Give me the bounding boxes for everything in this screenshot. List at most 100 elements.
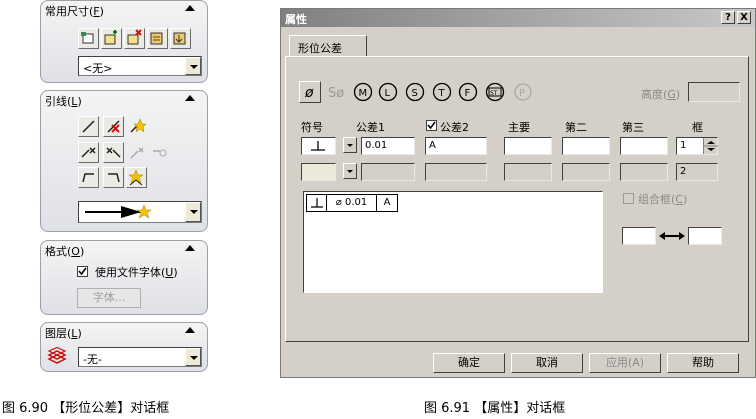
title-bar[interactable]: 属性 ? X	[281, 9, 755, 27]
primary-column-header: 主要	[508, 121, 530, 134]
close-title-button[interactable]: X	[737, 11, 751, 24]
layers-icon	[47, 346, 67, 365]
height-input	[688, 82, 740, 102]
third-input-row1[interactable]	[620, 137, 668, 155]
tolerance2-column-header: 公差2	[440, 121, 469, 134]
svg-text:F: F	[465, 88, 471, 99]
primary-input-row1[interactable]	[504, 137, 552, 155]
symbol-field-row2[interactable]	[301, 163, 336, 181]
chevron-down-icon[interactable]	[185, 202, 201, 222]
tolerance1-input-row2	[361, 163, 415, 181]
double-arrow-icon	[658, 229, 686, 243]
second-input-row1[interactable]	[562, 137, 610, 155]
symbol-dropdown-row1[interactable]	[343, 137, 357, 153]
between-left-input[interactable]	[622, 227, 656, 245]
combine-frames-checkbox	[623, 193, 634, 204]
size-combo[interactable]: <无>	[78, 56, 202, 76]
tolerance2-input-row2	[425, 163, 487, 181]
svg-text:P: P	[519, 88, 525, 99]
sizes-group-title[interactable]: 常用尺寸(F)	[45, 3, 104, 19]
svg-text:T: T	[438, 88, 446, 99]
use-document-font-label: 使用文件字体(U)	[95, 266, 178, 279]
collapse-icon[interactable]	[185, 5, 195, 11]
spin-buttons[interactable]	[703, 138, 718, 154]
second-column-header: 第二	[565, 121, 587, 134]
symbol-field-row1[interactable]	[301, 137, 336, 155]
tolerance2-input-row1[interactable]: A	[425, 137, 487, 155]
frame-spin-row1[interactable]: 1	[676, 137, 718, 155]
svg-text:S: S	[412, 88, 418, 99]
symbol-dropdown-row2[interactable]	[343, 163, 357, 179]
preview-frame: ⌀ 0.01 A	[306, 194, 398, 212]
size-icon-1[interactable]	[78, 28, 99, 49]
tab-geometric-tolerance[interactable]: 形位公差	[289, 35, 367, 57]
statistical-icon[interactable]: ST	[484, 81, 506, 103]
format-group: 格式(O) 使用文件字体(U) 字体...	[40, 240, 208, 315]
leader-nearest-icon	[126, 142, 147, 163]
apply-button: 应用(A)	[589, 353, 661, 373]
size-icon-2[interactable]	[101, 28, 122, 49]
svg-text:Sø: Sø	[328, 86, 344, 101]
leader-group-title[interactable]: 引线(L)	[45, 93, 82, 109]
leader-auto-icon[interactable]	[126, 116, 147, 137]
sizes-group: 常用尺寸(F) <无>	[40, 0, 208, 83]
preview-datum: A	[383, 197, 391, 208]
collapse-icon[interactable]	[185, 95, 195, 101]
leader-right-icon[interactable]	[103, 142, 124, 163]
tolerance2-checkbox[interactable]	[426, 120, 437, 131]
projected-zone-icon: P	[512, 81, 534, 103]
svg-text:L: L	[385, 88, 391, 99]
leader-attach-icon	[149, 142, 170, 163]
height-label: 高度(G)	[641, 88, 681, 101]
layer-combo[interactable]: -无-	[78, 347, 202, 367]
leader-none-icon[interactable]	[103, 116, 124, 137]
dialog-title: 属性	[285, 13, 307, 26]
help-button[interactable]: 帮助	[667, 353, 739, 373]
leader-straight-icon[interactable]	[78, 116, 99, 137]
cancel-button[interactable]: 取消	[511, 353, 583, 373]
chevron-down-icon[interactable]	[185, 348, 201, 366]
ok-button[interactable]: 确定	[433, 353, 505, 373]
chevron-down-icon[interactable]	[185, 57, 201, 75]
size-icon-3[interactable]	[124, 28, 145, 49]
size-icon-4[interactable]	[147, 28, 168, 49]
tolerance1-column-header: 公差1	[356, 121, 385, 134]
diameter-symbol-button[interactable]: ø	[299, 81, 321, 103]
layer-group: 图层(L) -无-	[40, 322, 208, 372]
tangent-plane-icon[interactable]: T	[431, 81, 453, 103]
combine-frames-label: 组合框(C)	[638, 193, 688, 206]
perpendicularity-icon	[307, 195, 327, 211]
third-column-header: 第三	[622, 121, 644, 134]
frame-input-row2: 2	[676, 163, 718, 181]
format-group-title[interactable]: 格式(O)	[45, 243, 84, 259]
collapse-icon[interactable]	[185, 245, 195, 251]
second-input-row2	[562, 163, 610, 181]
tolerance1-input-row1[interactable]: 0.01	[361, 137, 415, 155]
font-button[interactable]: 字体...	[77, 288, 141, 308]
leader-smart-icon[interactable]	[126, 167, 147, 188]
third-input-row2	[620, 163, 668, 181]
svg-text:ø: ø	[304, 85, 314, 101]
preview-box: ⌀ 0.01 A	[303, 191, 603, 293]
leader-left-icon[interactable]	[78, 142, 99, 163]
leader-bent-left-icon[interactable]	[78, 167, 99, 188]
use-document-font-checkbox[interactable]	[77, 266, 88, 277]
help-title-button[interactable]: ?	[721, 11, 735, 24]
layer-group-title[interactable]: 图层(L)	[45, 325, 82, 341]
primary-input-row2	[504, 163, 552, 181]
size-icon-5[interactable]	[170, 28, 191, 49]
spherical-diameter-icon: Sø	[326, 81, 348, 103]
arrow-style-combo[interactable]	[78, 201, 202, 223]
max-material-icon[interactable]: M	[352, 81, 374, 103]
between-right-input[interactable]	[688, 227, 722, 245]
tab-panel: ø Sø M L S T F ST P 高度(G) 符号 公差1 公差2 主要 …	[285, 56, 749, 342]
regardless-size-icon[interactable]: S	[404, 81, 426, 103]
preview-tolerance: ⌀ 0.01	[327, 195, 377, 211]
frame-column-header: 框	[692, 121, 703, 134]
left-figure-caption: 图 6.90 【形位公差】对话框	[2, 401, 170, 416]
leader-bent-right-icon[interactable]	[103, 167, 124, 188]
properties-dialog: 属性 ? X 形位公差 ø Sø M L S T F ST P 高度(G) 符号…	[280, 8, 756, 378]
least-material-icon[interactable]: L	[377, 81, 399, 103]
collapse-icon[interactable]	[185, 327, 195, 333]
free-state-icon[interactable]: F	[457, 81, 479, 103]
